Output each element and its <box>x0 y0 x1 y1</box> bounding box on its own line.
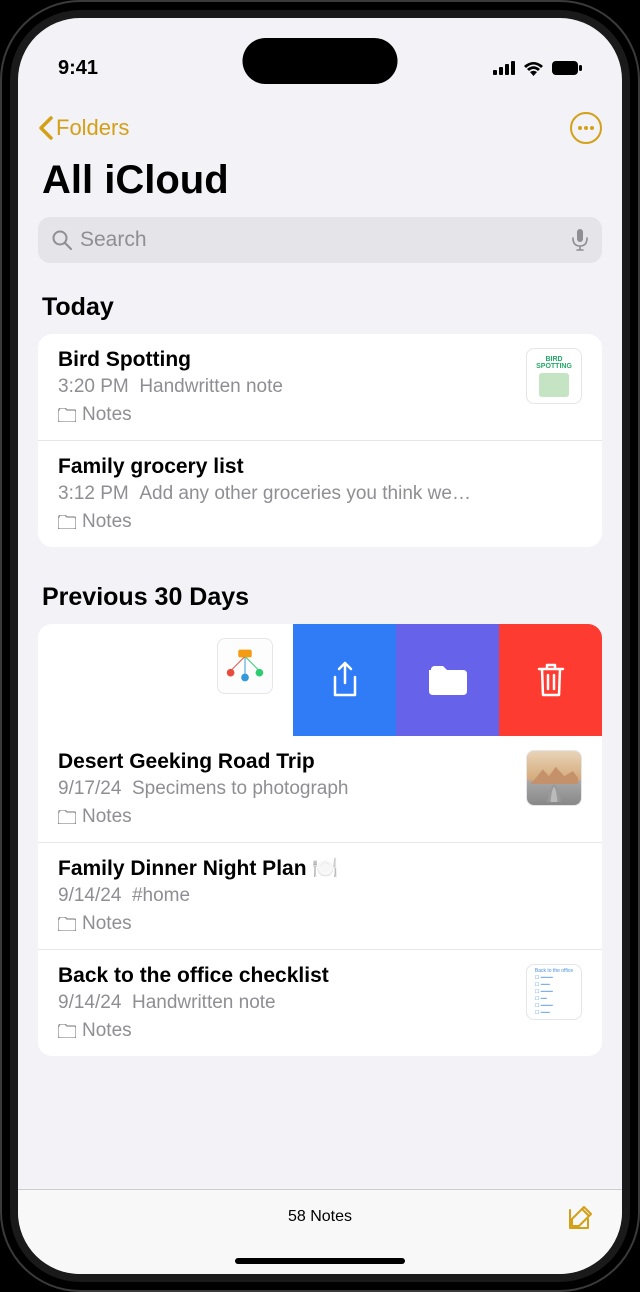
note-row[interactable]: Back to the office checklist 9/14/24 Han… <box>38 949 602 1056</box>
search-bar[interactable] <box>38 217 602 263</box>
swipe-move-button[interactable] <box>396 624 499 736</box>
trash-icon <box>537 663 565 697</box>
notes-card-today: Bird Spotting 3:20 PM Handwritten note N… <box>38 334 602 547</box>
note-count: 58 Notes <box>288 1208 352 1226</box>
note-thumbnail <box>217 638 273 694</box>
note-thumbnail: Back to the office☐ ━━━━☐ ━━━☐ ━━━━☐ ━━☐… <box>526 964 582 1020</box>
mic-icon[interactable] <box>572 229 588 251</box>
note-folder: Notes <box>58 1020 512 1042</box>
note-title: Desert Geeking Road Trip <box>58 750 512 774</box>
note-title: my <box>38 638 203 662</box>
ellipsis-icon <box>577 126 595 130</box>
note-folder: Notes <box>58 404 512 426</box>
nav-bar: Folders <box>18 98 622 144</box>
page-title: All iCloud <box>18 144 622 217</box>
battery-icon <box>552 61 582 75</box>
note-row[interactable]: Family Dinner Night Plan 🍽️ 9/14/24 #hom… <box>38 842 602 949</box>
folder-icon <box>429 665 467 695</box>
note-title: Family Dinner Night Plan 🍽️ <box>58 857 582 881</box>
compose-icon <box>566 1204 594 1232</box>
more-button[interactable] <box>570 112 602 144</box>
note-title: Family grocery list <box>58 455 582 479</box>
folder-icon <box>58 1024 76 1038</box>
note-thumbnail: BIRD SPOTTING <box>526 348 582 404</box>
status-indicators <box>493 61 582 76</box>
folder-icon <box>58 917 76 931</box>
note-title: Bird Spotting <box>58 348 512 372</box>
note-title: Back to the office checklist <box>58 964 512 988</box>
back-label: Folders <box>56 115 129 141</box>
note-thumbnail <box>526 750 582 806</box>
section-header-previous: Previous 30 Days <box>18 575 622 624</box>
note-meta: 9/14/24 #home <box>58 885 582 907</box>
note-folder: Notes <box>58 806 512 828</box>
note-meta: 3:20 PM Handwritten note <box>58 376 512 398</box>
swipe-delete-button[interactable] <box>499 624 602 736</box>
share-icon <box>330 661 360 699</box>
back-button[interactable]: Folders <box>38 115 129 141</box>
status-time: 9:41 <box>58 57 98 80</box>
search-icon <box>52 230 72 250</box>
note-row[interactable]: Desert Geeking Road Trip 9/17/24 Specime… <box>38 736 602 842</box>
folder-icon <box>58 515 76 529</box>
note-meta: 9/14/24 Handwritten note <box>58 992 512 1014</box>
wifi-icon <box>523 61 544 76</box>
note-row[interactable]: Bird Spotting 3:20 PM Handwritten note N… <box>38 334 602 440</box>
note-row[interactable]: Family grocery list 3:12 PM Add any othe… <box>38 440 602 547</box>
note-folder: Notes <box>58 913 582 935</box>
note-meta: 9/17/24 Specimens to photograph <box>58 778 512 800</box>
note-row-swiped[interactable]: my <box>38 624 602 736</box>
search-input[interactable] <box>80 228 564 252</box>
note-folder: Notes <box>58 511 582 533</box>
folder-icon <box>58 810 76 824</box>
section-header-today: Today <box>18 285 622 334</box>
notes-card-previous: my <box>38 624 602 1056</box>
chevron-left-icon <box>38 116 54 140</box>
cellular-icon <box>493 61 515 75</box>
folder-icon <box>58 408 76 422</box>
swipe-share-button[interactable] <box>293 624 396 736</box>
compose-button[interactable] <box>566 1204 594 1237</box>
note-meta: 3:12 PM Add any other groceries you thin… <box>58 483 582 505</box>
home-indicator[interactable] <box>235 1258 405 1264</box>
